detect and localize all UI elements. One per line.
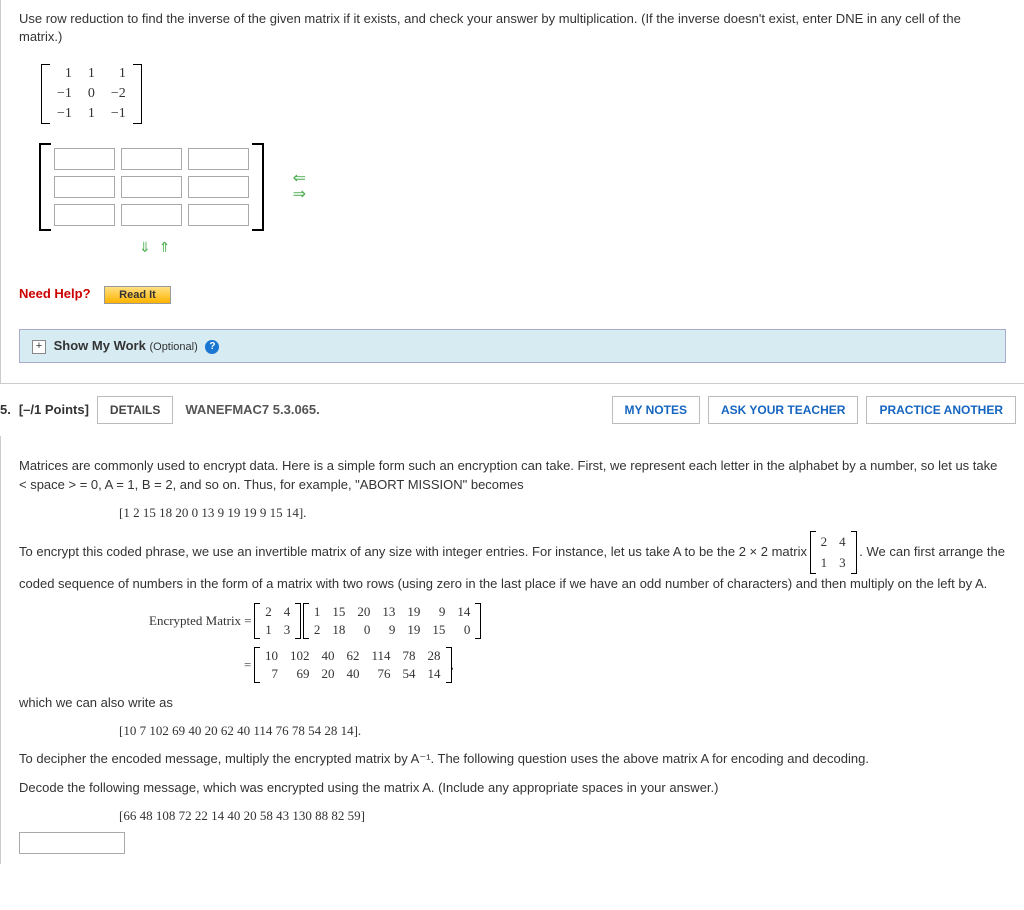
enc-matrix-result: 1010240621147828 7692040765414 — [259, 647, 447, 683]
enc-matrix-msg: 115201319914 2180919150 — [308, 603, 477, 639]
matrix-cell-0-2[interactable] — [188, 148, 249, 170]
question-points: [–/1 Points] — [19, 402, 89, 417]
book-reference: WANEFMAC7 5.3.065. — [185, 402, 319, 417]
matrix-cell-2-2[interactable] — [188, 204, 249, 226]
decode-answer-input[interactable] — [19, 832, 125, 854]
optional-label: (Optional) — [149, 341, 197, 353]
q5-para3: which we can also write as — [19, 693, 1006, 713]
matrix-cell-1-2[interactable] — [188, 176, 249, 198]
q5-para5: Decode the following message, which was … — [19, 778, 1006, 798]
matrix-A-inline: 24 13 — [815, 531, 852, 574]
arrow-down-icon[interactable]: ⇓ — [139, 239, 153, 255]
encrypted-matrix-result: = 1010240621147828 7692040765414 , — [244, 647, 1006, 683]
read-it-button[interactable]: Read It — [104, 286, 171, 304]
expand-icon[interactable]: + — [32, 340, 46, 354]
encrypted-matrix-equation: Encrypted Matrix = 24 13 115201319914 21… — [149, 603, 1006, 639]
arrow-right-icon[interactable]: ⇒ — [293, 187, 306, 203]
help-icon[interactable]: ? — [205, 340, 219, 354]
col-arrows[interactable]: ⇐ ⇒ — [293, 171, 306, 203]
matrix-cell-2-0[interactable] — [54, 204, 115, 226]
arrow-up-icon[interactable]: ⇑ — [159, 239, 173, 255]
answer-matrix — [49, 143, 254, 231]
coded-sequence-1: [1 2 15 18 20 0 13 9 19 19 9 15 14]. — [119, 505, 1006, 521]
given-matrix: 111 −10−2 −11−1 — [49, 64, 134, 124]
q5-para4: To decipher the encoded message, multipl… — [19, 749, 1006, 769]
ask-teacher-button[interactable]: ASK YOUR TEACHER — [708, 396, 858, 424]
matrix-cell-1-0[interactable] — [54, 176, 115, 198]
my-notes-button[interactable]: MY NOTES — [612, 396, 700, 424]
arrow-left-icon[interactable]: ⇐ — [293, 171, 306, 187]
coded-sequence-2: [10 7 102 69 40 20 62 40 114 76 78 54 28… — [119, 723, 1006, 739]
matrix-cell-1-1[interactable] — [121, 176, 182, 198]
show-my-work-bar[interactable]: + Show My Work (Optional) ? — [19, 329, 1006, 363]
show-my-work-label: Show My Work — [54, 338, 146, 353]
matrix-cell-0-1[interactable] — [121, 148, 182, 170]
q5-para1: Matrices are commonly used to encrypt da… — [19, 456, 1006, 495]
q4-instructions: Use row reduction to find the inverse of… — [19, 10, 1006, 46]
coded-sequence-3: [66 48 108 72 22 14 40 20 58 43 130 88 8… — [119, 808, 1006, 824]
q5-para2: To encrypt this coded phrase, we use an … — [19, 531, 1006, 594]
details-button[interactable]: DETAILS — [97, 396, 173, 424]
matrix-cell-0-0[interactable] — [54, 148, 115, 170]
question-number: 5. — [0, 402, 11, 417]
enc-matrix-A: 24 13 — [259, 603, 296, 639]
matrix-cell-2-1[interactable] — [121, 204, 182, 226]
row-arrows[interactable]: ⇓ ⇑ — [139, 239, 1006, 256]
practice-another-button[interactable]: PRACTICE ANOTHER — [866, 396, 1016, 424]
need-help-label: Need Help? — [19, 286, 91, 301]
